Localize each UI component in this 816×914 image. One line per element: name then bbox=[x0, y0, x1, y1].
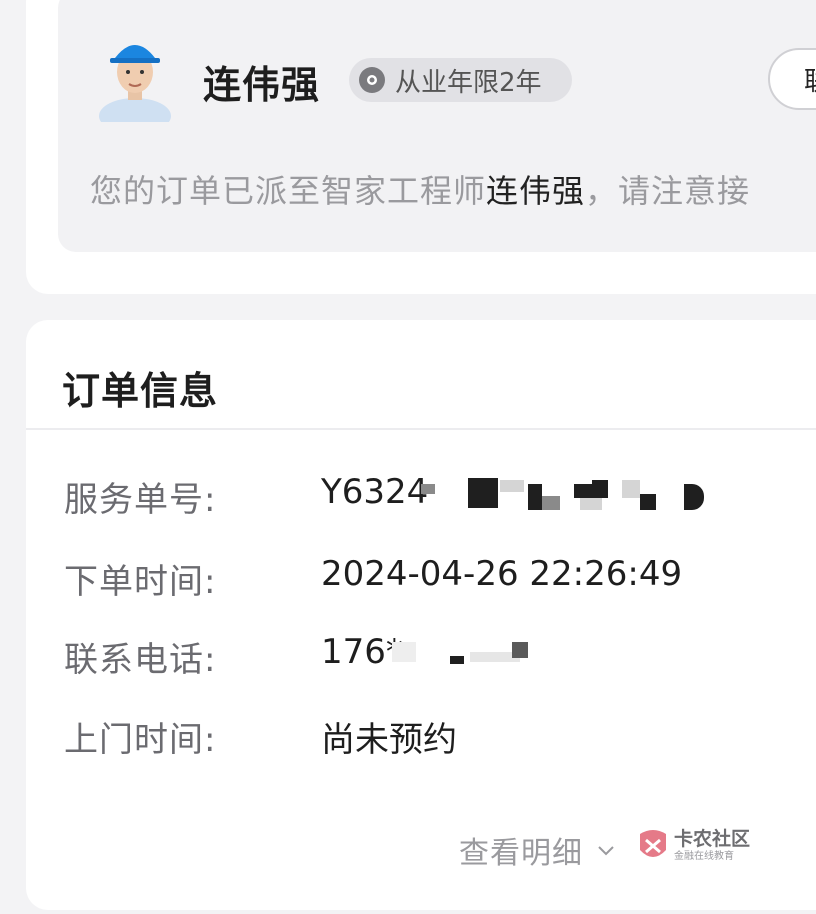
visit-time-label: 上门时间: bbox=[64, 720, 217, 760]
watermark-subtitle: 金融在线教育 bbox=[674, 851, 734, 862]
experience-badge: 从业年限2年 bbox=[349, 58, 572, 102]
order-time-value: 2024-04-26 22:26:49 bbox=[321, 554, 683, 594]
visit-time-value: 尚未预约 bbox=[321, 720, 457, 760]
dispatch-message: 您的订单已派至智家工程师连伟强，请注意接 bbox=[90, 166, 750, 212]
engineer-avatar bbox=[99, 45, 171, 122]
service-number-label: 服务单号: bbox=[64, 480, 217, 520]
chevron-down-icon bbox=[598, 846, 614, 856]
divider bbox=[26, 428, 816, 430]
dispatch-suffix: ，请注意接 bbox=[585, 172, 751, 210]
watermark: 卡农社区 金融在线教育 bbox=[636, 824, 760, 868]
contact-button-label: 联 bbox=[804, 61, 816, 98]
contact-phone-value: 176* bbox=[321, 632, 403, 672]
experience-text: 从业年限2年 bbox=[395, 67, 542, 98]
order-time-label: 下单时间: bbox=[64, 562, 217, 602]
order-info-title: 订单信息 bbox=[62, 369, 219, 413]
engineer-name: 连伟强 bbox=[203, 63, 321, 107]
view-details-link[interactable]: 查看明细 bbox=[459, 828, 617, 872]
medal-icon bbox=[359, 67, 385, 93]
view-details-label: 查看明细 bbox=[459, 836, 583, 871]
dispatch-engineer-name: 连伟强 bbox=[486, 172, 586, 210]
kanong-logo-icon bbox=[640, 830, 666, 857]
contact-phone-label: 联系电话: bbox=[64, 640, 217, 680]
watermark-title: 卡农社区 bbox=[674, 828, 751, 850]
dispatch-prefix: 您的订单已派至智家工程师 bbox=[90, 172, 487, 210]
service-number-value: Y6324 bbox=[321, 472, 429, 512]
